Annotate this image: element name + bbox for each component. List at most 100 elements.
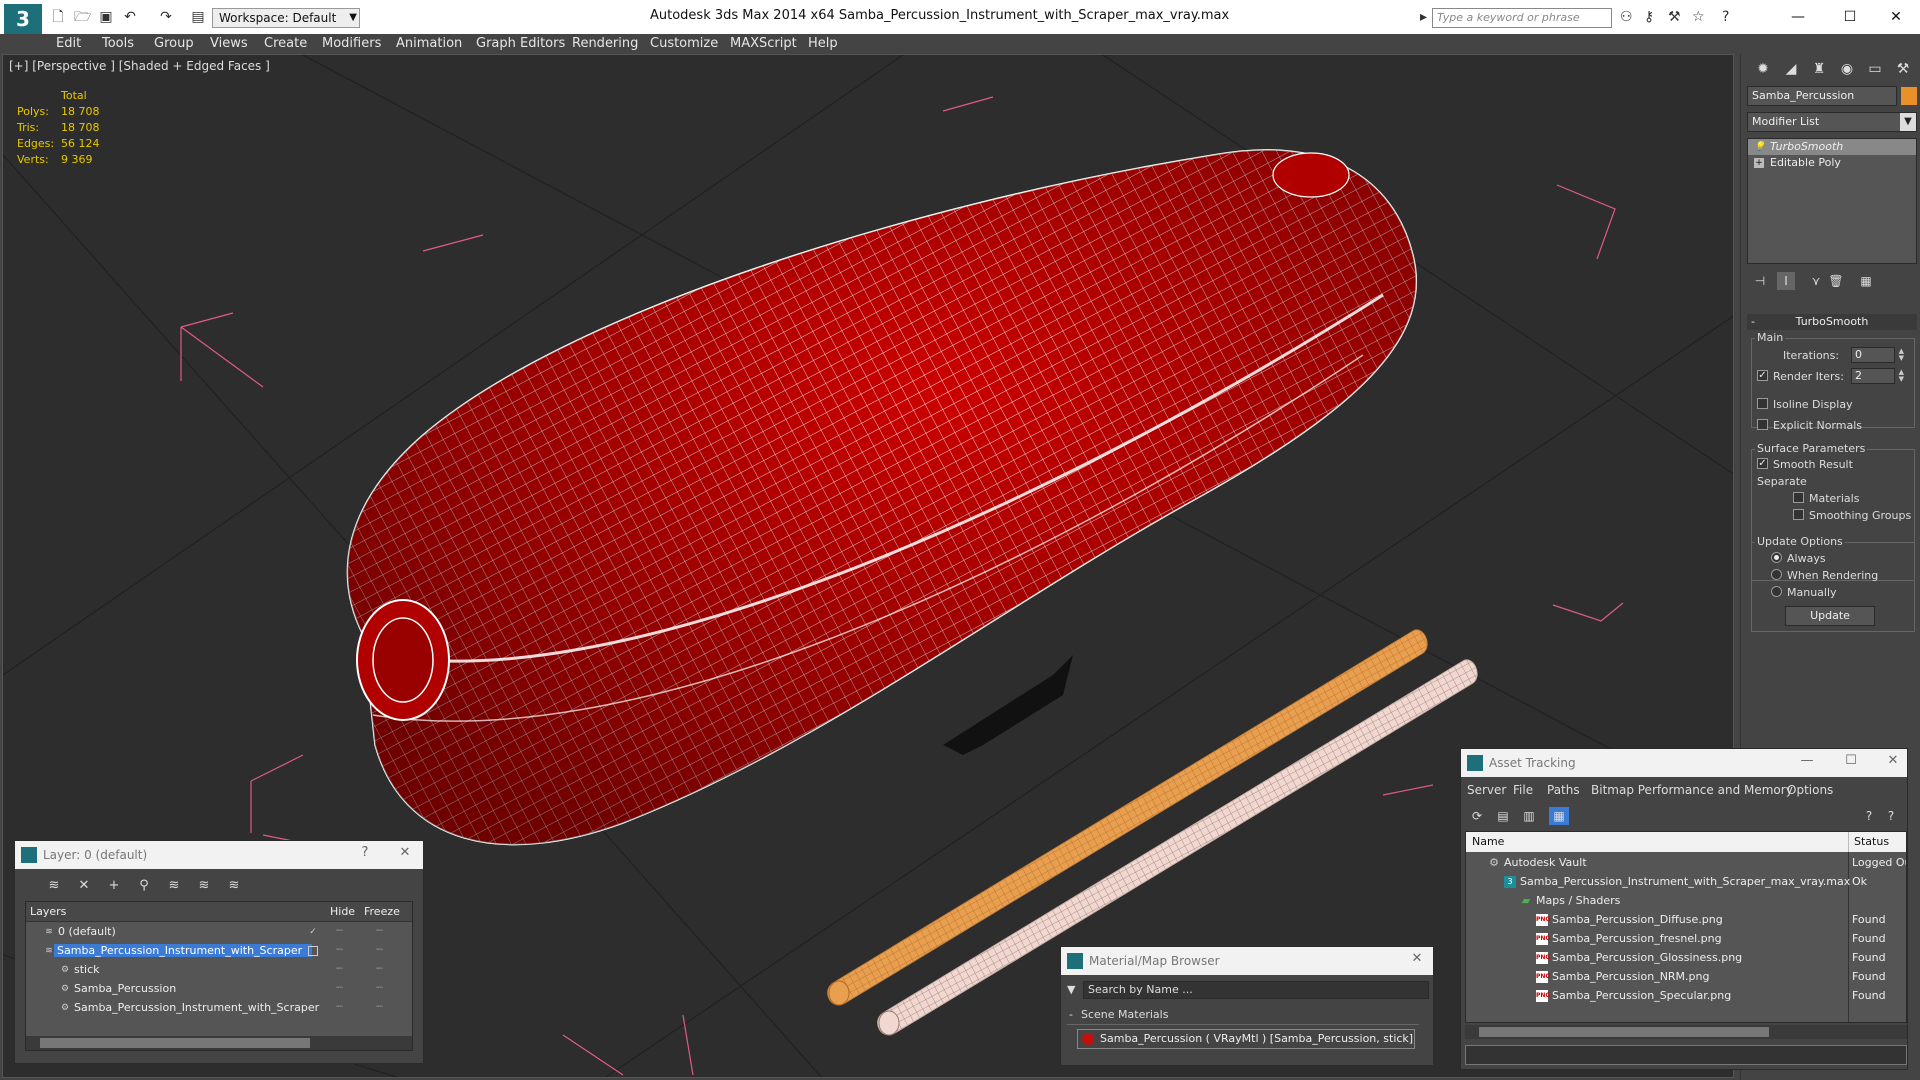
col-layers[interactable]: Layers (30, 905, 66, 918)
col-status[interactable]: Status (1854, 835, 1889, 848)
col-name[interactable]: Name (1472, 835, 1504, 848)
freeze-all-layers-icon[interactable]: ≋ (225, 877, 243, 895)
create-tab-icon[interactable]: ✹ (1751, 58, 1775, 80)
help-icon[interactable]: ? (1722, 9, 1729, 25)
pin-stack-icon[interactable]: ⊣ (1751, 272, 1769, 290)
explicit-normals-checkbox[interactable] (1757, 419, 1768, 430)
spinner-arrows-icon[interactable]: ▲ ▼ (1899, 369, 1904, 383)
stack-item-turbosmooth[interactable]: 💡 TurboSmooth (1748, 139, 1916, 155)
menu-server[interactable]: Server (1467, 783, 1506, 797)
render-iters-checkbox[interactable]: ✓ (1757, 370, 1768, 381)
material-search-input[interactable]: Search by Name ... (1083, 981, 1429, 999)
freeze-toggle[interactable]: ┈ (376, 962, 383, 975)
spinner-arrows-icon[interactable]: ▲ ▼ (1899, 348, 1904, 362)
project-folder-icon[interactable]: ▤ (190, 9, 206, 25)
expand-icon[interactable]: + (1754, 158, 1764, 168)
undo-icon[interactable]: ↶ (122, 9, 138, 25)
scrollbar-thumb[interactable] (1479, 1027, 1769, 1037)
close-icon[interactable]: ✕ (1405, 951, 1429, 966)
object-color-swatch[interactable] (1901, 87, 1917, 105)
modify-tab-icon[interactable]: ◢ (1779, 58, 1803, 80)
stack-item-editable-poly[interactable]: + Editable Poly (1748, 155, 1916, 171)
hierarchy-tab-icon[interactable]: ♜ (1807, 58, 1831, 80)
menu-views[interactable]: Views (210, 36, 248, 51)
close-icon[interactable]: ✕ (393, 845, 417, 860)
menu-modifiers[interactable]: Modifiers (322, 36, 381, 51)
layer-row[interactable]: ⚙ Samba_Percussion ┈ ┈ (26, 980, 412, 999)
asset-tracking-titlebar[interactable]: Asset Tracking — ☐ ✕ (1461, 749, 1907, 777)
material-browser-titlebar[interactable]: Material/Map Browser ✕ (1061, 947, 1433, 975)
horizontal-scrollbar[interactable] (26, 1036, 412, 1050)
asset-row[interactable]: PNG Samba_Percussion_Specular.png Found (1466, 987, 1906, 1006)
redo-icon[interactable]: ↷ (158, 9, 174, 25)
save-file-icon[interactable]: ▣ (98, 9, 114, 25)
turbosmooth-rollout-header[interactable]: - TurboSmooth (1747, 314, 1917, 330)
column-separator[interactable] (1848, 832, 1849, 852)
hide-toggle[interactable]: ┈ (336, 962, 343, 975)
bulb-icon[interactable]: 💡 (1754, 142, 1765, 152)
viewport-label[interactable]: [+] [Perspective ] [Shaded + Edged Faces… (9, 59, 270, 73)
update-button[interactable]: Update (1785, 606, 1875, 626)
scene-materials-group[interactable]: - Scene Materials (1067, 1007, 1419, 1025)
hide-all-layers-icon[interactable]: ≋ (195, 877, 213, 895)
filter-icon[interactable]: ▼ (1067, 983, 1075, 996)
menu-tools[interactable]: Tools (102, 36, 134, 51)
favorites-star-icon[interactable]: ☆ (1692, 9, 1705, 25)
asset-row[interactable]: 3 Samba_Percussion_Instrument_with_Scrap… (1466, 873, 1906, 892)
when-rendering-radio[interactable] (1771, 569, 1782, 580)
col-hide[interactable]: Hide (330, 905, 355, 918)
menu-group[interactable]: Group (154, 36, 194, 51)
iterations-spinner[interactable]: 0 ▲ ▼ (1851, 347, 1904, 363)
modifier-list-dropdown[interactable]: Modifier List ▼ (1747, 112, 1917, 132)
minimize-icon[interactable]: — (1795, 753, 1819, 768)
col-freeze[interactable]: Freeze (364, 905, 400, 918)
new-file-icon[interactable]: 🗋 (50, 9, 66, 25)
app-logo-icon[interactable]: 3 (4, 4, 42, 34)
asset-row[interactable]: ⚙ Autodesk Vault Logged Ou (1466, 854, 1906, 873)
subscription-icon[interactable]: ⚷ (1644, 9, 1654, 25)
help-icon[interactable]: ? (1859, 807, 1879, 825)
smoothing-groups-checkbox[interactable] (1793, 509, 1804, 520)
object-name-field[interactable]: Samba_Percussion (1747, 86, 1897, 106)
layer-row[interactable]: ≋ 0 (default) ✓ ┈ ┈ (26, 923, 412, 942)
search-input[interactable]: Type a keyword or phrase (1432, 8, 1612, 28)
context-help-icon[interactable]: ? (1881, 807, 1901, 825)
freeze-toggle[interactable]: ┈ (376, 1000, 383, 1013)
utilities-tab-icon[interactable]: ⚒ (1891, 58, 1915, 80)
menu-paths[interactable]: Paths (1547, 783, 1580, 797)
remove-modifier-icon[interactable]: 🗑 (1827, 272, 1845, 290)
asset-row[interactable]: PNG Samba_Percussion_NRM.png Found (1466, 968, 1906, 987)
expand-arrow-icon[interactable]: ▸ (1420, 9, 1427, 25)
manually-radio[interactable] (1771, 586, 1782, 597)
hide-toggle[interactable]: ┈ (336, 981, 343, 994)
add-to-layer-icon[interactable]: + (105, 877, 123, 895)
table-view-icon[interactable]: ▦ (1549, 807, 1569, 825)
maximize-icon[interactable]: ☐ (1830, 4, 1870, 30)
menu-graph-editors[interactable]: Graph Editors (476, 36, 565, 51)
menu-file[interactable]: File (1513, 783, 1533, 797)
highlight-layer-icon[interactable]: ≋ (165, 877, 183, 895)
layer-row[interactable]: ⚙ Samba_Percussion_Instrument_with_Scrap… (26, 999, 412, 1018)
tree-view-icon[interactable]: ▥ (1519, 807, 1539, 825)
material-item[interactable]: Samba_Percussion ( VRayMtl ) [Samba_Perc… (1077, 1029, 1415, 1049)
close-icon[interactable]: ✕ (1876, 4, 1916, 30)
make-unique-icon[interactable]: ⋎ (1807, 272, 1825, 290)
refresh-icon[interactable]: ⟳ (1467, 807, 1487, 825)
motion-tab-icon[interactable]: ◉ (1835, 58, 1859, 80)
select-in-layer-icon[interactable]: ⚲ (135, 877, 153, 895)
menu-edit[interactable]: Edit (56, 36, 81, 51)
configure-sets-icon[interactable]: ▦ (1857, 272, 1875, 290)
scrollbar-thumb[interactable] (40, 1038, 310, 1048)
help-icon[interactable]: ? (353, 845, 377, 860)
list-view-icon[interactable]: ▤ (1493, 807, 1513, 825)
asset-row[interactable]: PNG Samba_Percussion_fresnel.png Found (1466, 930, 1906, 949)
hide-toggle[interactable]: ┈ (336, 943, 343, 956)
new-layer-icon[interactable]: ≋ (45, 877, 63, 895)
freeze-toggle[interactable]: ┈ (376, 924, 383, 937)
display-tab-icon[interactable]: ▭ (1863, 58, 1887, 80)
delete-layer-icon[interactable]: ✕ (75, 877, 93, 895)
asset-row[interactable]: PNG Samba_Percussion_Diffuse.png Found (1466, 911, 1906, 930)
menu-customize[interactable]: Customize (650, 36, 718, 51)
smooth-result-checkbox[interactable]: ✓ (1757, 458, 1768, 469)
materials-checkbox[interactable] (1793, 492, 1804, 503)
